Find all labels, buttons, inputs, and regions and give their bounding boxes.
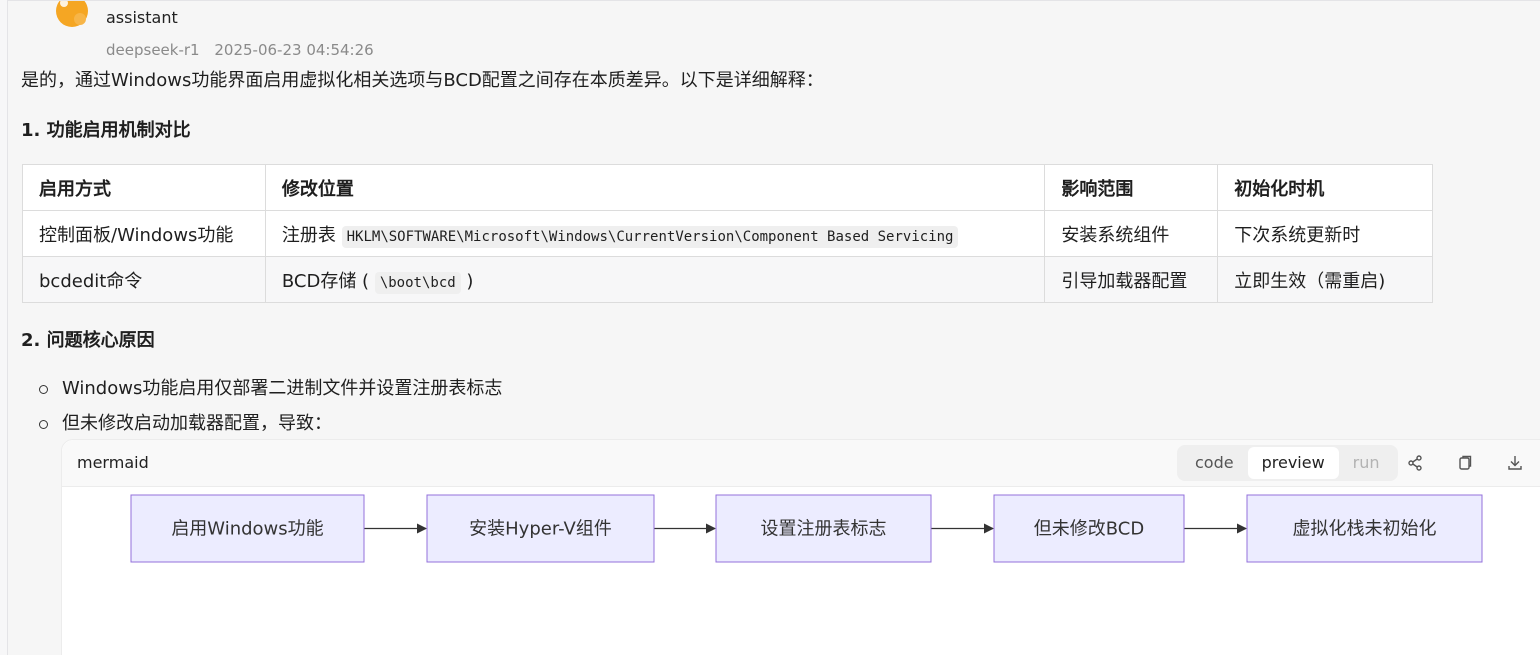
mode-code-button[interactable]: code bbox=[1181, 447, 1248, 479]
share-icon[interactable] bbox=[1405, 453, 1425, 473]
table-cell-scope: 安装系统组件 bbox=[1044, 210, 1219, 257]
table-cell-scope: 引导加载器配置 bbox=[1044, 256, 1219, 303]
flow-node: 虚拟化栈未初始化 bbox=[1246, 494, 1483, 563]
download-icon[interactable] bbox=[1505, 453, 1525, 473]
table-header-cell: 启用方式 bbox=[22, 164, 266, 211]
table-row: bcdedit命令 BCD存储 ( \boot\bcd ) 引导加载器配置 立即… bbox=[22, 256, 1433, 303]
section-heading-2: 2. 问题核心原因 bbox=[21, 330, 155, 351]
message-role: assistant bbox=[106, 8, 178, 27]
inline-code: HKLM\SOFTWARE\Microsoft\Windows\CurrentV… bbox=[341, 225, 959, 248]
inline-code: \boot\bcd bbox=[374, 271, 461, 294]
table-header-row: 启用方式 修改位置 影响范围 初始化时机 bbox=[22, 164, 1433, 211]
table-cell-location: 注册表 HKLM\SOFTWARE\Microsoft\Windows\Curr… bbox=[264, 210, 1046, 257]
table-row: 控制面板/Windows功能 注册表 HKLM\SOFTWARE\Microso… bbox=[22, 210, 1433, 257]
view-mode-switch: code preview run bbox=[1177, 445, 1398, 481]
intro-paragraph: 是的，通过Windows功能界面启用虚拟化相关选项与BCD配置之间存在本质差异。… bbox=[21, 70, 824, 91]
mermaid-toolbar: mermaid code preview run bbox=[62, 440, 1540, 487]
mode-run-button[interactable]: run bbox=[1339, 447, 1394, 479]
list-item: Windows功能启用仅部署二进制文件并设置注册表标志 bbox=[38, 377, 502, 401]
model-name: deepseek-r1 bbox=[106, 41, 200, 59]
mode-preview-button[interactable]: preview bbox=[1247, 447, 1339, 479]
bullet-icon bbox=[39, 385, 48, 394]
list-item: 但未修改启动加载器配置，导致： bbox=[38, 412, 502, 436]
table-cell-timing: 下次系统更新时 bbox=[1217, 210, 1433, 257]
table-cell-timing: 立即生效（需重启) bbox=[1217, 256, 1433, 303]
message-meta: deepseek-r1 2025-06-23 04:54:26 bbox=[106, 40, 374, 60]
mermaid-block: mermaid code preview run 启用Windows功能 安装H… bbox=[61, 439, 1540, 655]
section-heading-1: 1. 功能启用机制对比 bbox=[21, 120, 191, 141]
comparison-table: 启用方式 修改位置 影响范围 初始化时机 控制面板/Windows功能 注册表 … bbox=[22, 164, 1433, 303]
flow-node: 但未修改BCD bbox=[993, 494, 1185, 563]
chat-message-panel: assistant deepseek-r1 2025-06-23 04:54:2… bbox=[7, 0, 1540, 655]
table-header-cell: 影响范围 bbox=[1044, 164, 1219, 211]
list-item-text: Windows功能启用仅部署二进制文件并设置注册表标志 bbox=[62, 378, 503, 399]
message-timestamp: 2025-06-23 04:54:26 bbox=[214, 41, 374, 59]
flow-node-label: 虚拟化栈未初始化 bbox=[1293, 519, 1437, 540]
copy-icon[interactable] bbox=[1455, 453, 1475, 473]
flow-node-label: 安装Hyper-V组件 bbox=[469, 519, 612, 540]
flow-node: 启用Windows功能 bbox=[130, 494, 365, 563]
table-cell-method: bcdedit命令 bbox=[22, 256, 266, 303]
location-prefix: 注册表 bbox=[281, 224, 336, 246]
table-header-cell: 修改位置 bbox=[264, 164, 1046, 211]
assistant-avatar-icon bbox=[56, 1, 88, 27]
flow-node-label: 启用Windows功能 bbox=[171, 519, 323, 540]
flow-node: 设置注册表标志 bbox=[715, 494, 932, 563]
table-cell-location: BCD存储 ( \boot\bcd ) bbox=[264, 256, 1046, 303]
mermaid-title: mermaid bbox=[77, 453, 149, 472]
flow-node: 安装Hyper-V组件 bbox=[426, 494, 655, 563]
location-suffix: ) bbox=[466, 270, 474, 292]
flow-node-label: 但未修改BCD bbox=[1034, 519, 1144, 540]
location-prefix: BCD存储 ( bbox=[281, 270, 370, 292]
bullet-icon bbox=[39, 420, 48, 429]
mermaid-flowchart: 启用Windows功能 安装Hyper-V组件 设置注册表标志 但未修改BCD 虚拟化栈… bbox=[130, 494, 1483, 563]
table-header-cell: 初始化时机 bbox=[1217, 164, 1433, 211]
flow-node-label: 设置注册表标志 bbox=[761, 519, 887, 540]
table-cell-method: 控制面板/Windows功能 bbox=[22, 210, 266, 257]
list-item-text: 但未修改启动加载器配置，导致： bbox=[62, 413, 332, 434]
cause-list: Windows功能启用仅部署二进制文件并设置注册表标志 但未修改启动加载器配置，… bbox=[38, 377, 502, 447]
